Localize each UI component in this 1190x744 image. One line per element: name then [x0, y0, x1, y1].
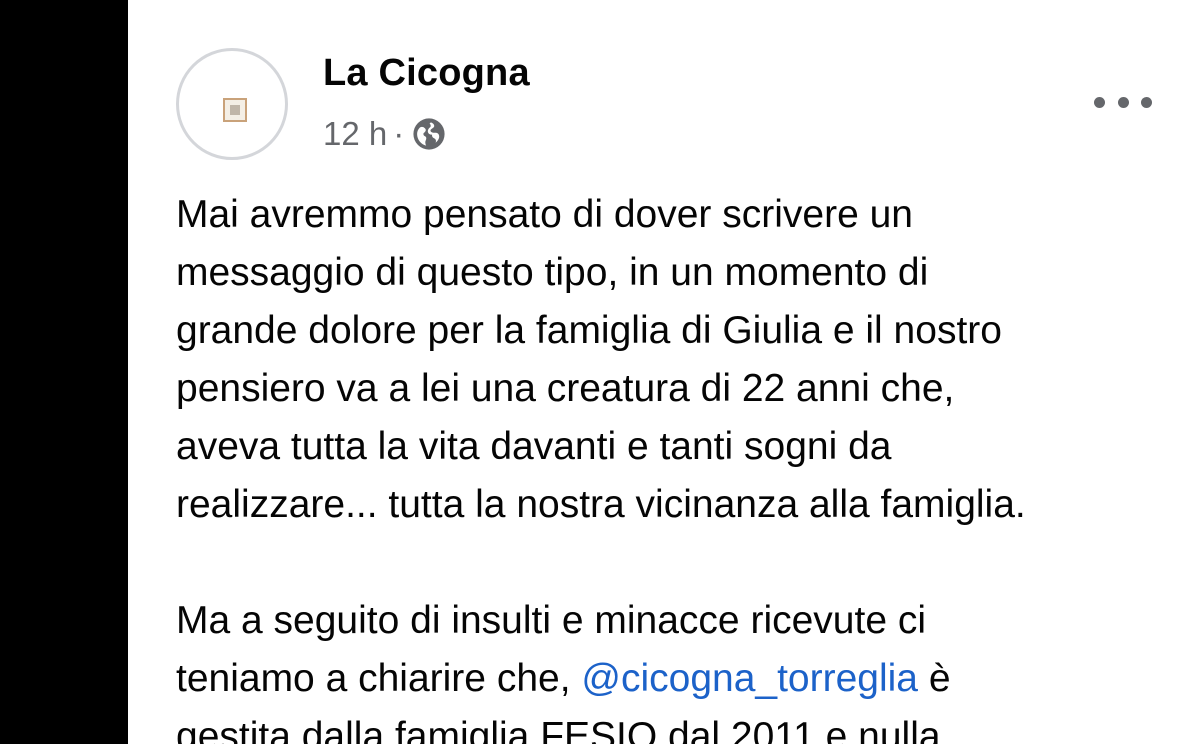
more-dot	[1117, 96, 1129, 108]
post-text-line: Mai avremmo pensato di dover scrivere un	[176, 193, 913, 236]
page-avatar[interactable]	[176, 48, 288, 160]
post-text-segment: è	[917, 657, 951, 700]
author-name[interactable]: La Cicogna	[323, 52, 530, 95]
post-text-line: aveva tutta la vita davanti e tanti sogn…	[176, 425, 892, 468]
globe-icon[interactable]	[412, 117, 446, 151]
post-text-line: gestita dalla famiglia FESIO dal 2011 e …	[176, 715, 941, 744]
meta-separator: ·	[393, 115, 405, 152]
screen: La Cicogna 12 h · Mai avremmo pensato di…	[0, 0, 1190, 744]
page-avatar-image	[223, 98, 247, 122]
post-text-line-with-mention: teniamo a chiarire che, @cicogna_torregl…	[176, 650, 1186, 708]
more-options-icon[interactable]	[1094, 86, 1152, 118]
post-text-segment: teniamo a chiarire che,	[176, 657, 582, 700]
facebook-post: La Cicogna 12 h · Mai avremmo pensato di…	[128, 0, 1190, 744]
post-timestamp[interactable]: 12 h	[323, 115, 387, 153]
post-text-line: messaggio di questo tipo, in un momento …	[176, 251, 929, 294]
more-dot	[1141, 96, 1152, 108]
mention-link[interactable]: @cicogna_torreglia	[581, 657, 918, 700]
post-text-line: Ma a seguito di insulti e minacce ricevu…	[176, 599, 927, 642]
left-black-band	[0, 0, 128, 744]
post-text-line: realizzare... tutta la nostra vicinanza …	[176, 483, 1026, 526]
more-dot	[1094, 96, 1105, 108]
post-meta: 12 h ·	[323, 112, 446, 156]
post-text-line: pensiero va a lei una creatura di 22 ann…	[176, 367, 955, 410]
post-body: Mai avremmo pensato di dover scrivere un…	[176, 186, 1186, 744]
post-text-line: grande dolore per la famiglia di Giulia …	[176, 309, 1002, 352]
